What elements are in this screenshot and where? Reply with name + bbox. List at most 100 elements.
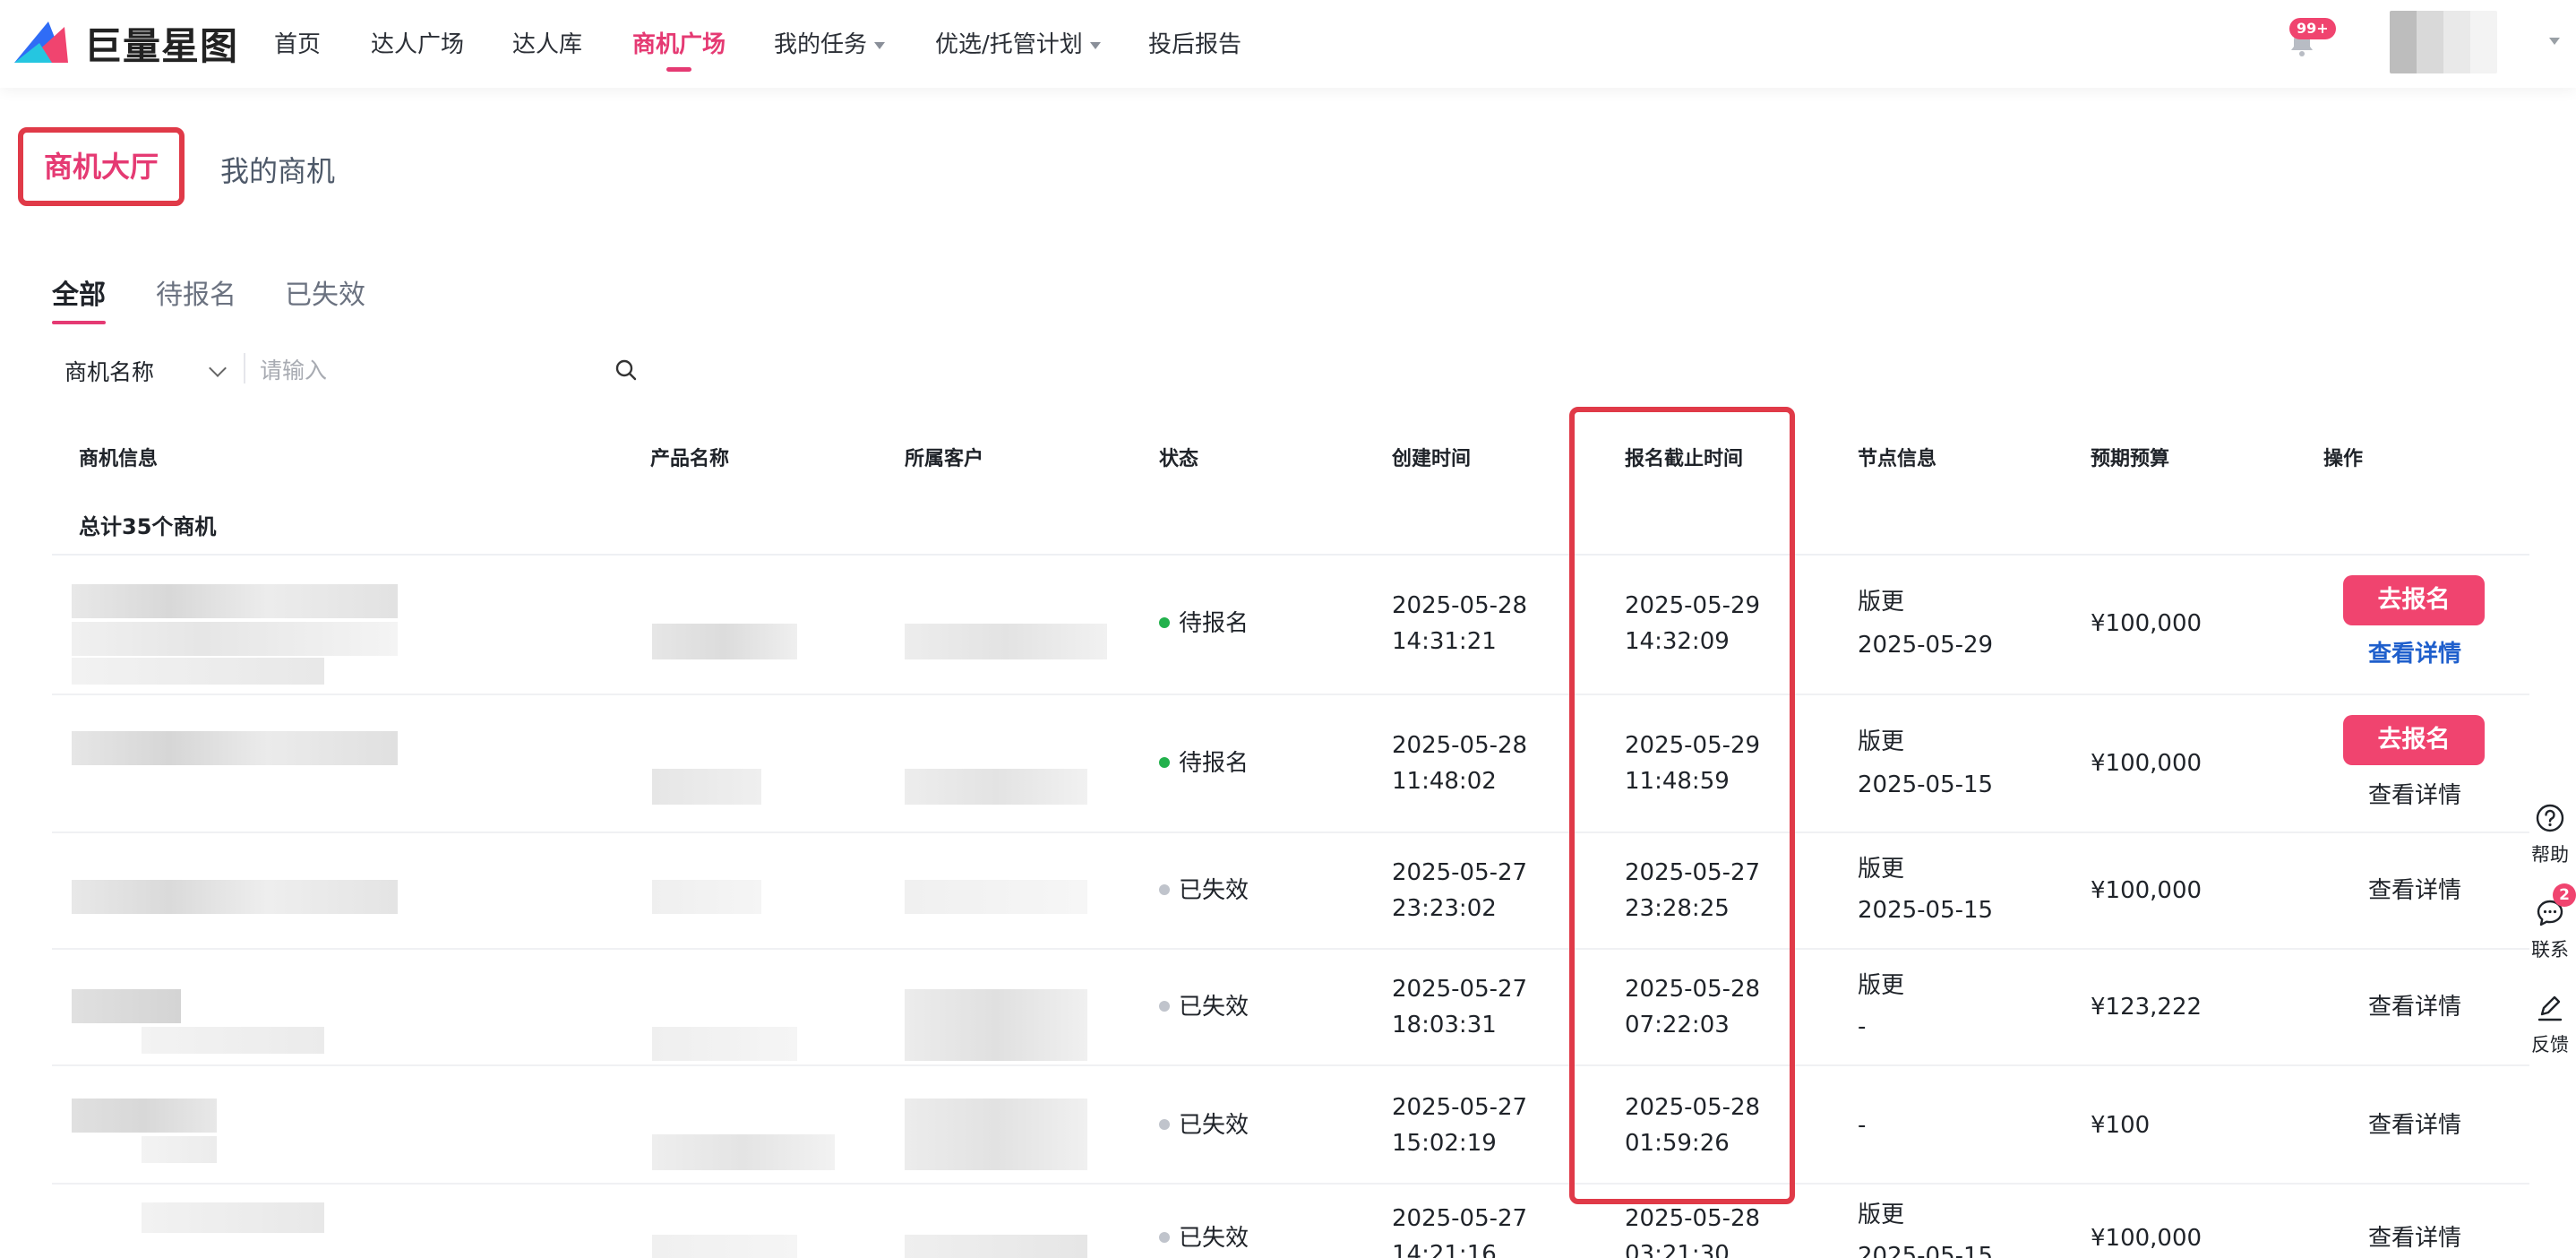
tab-expired[interactable]: 已失效 xyxy=(285,272,365,312)
status-text: 已失效 xyxy=(1179,1225,1249,1252)
view-details-link[interactable]: 查看详情 xyxy=(2368,778,2461,814)
budget: ¥100 xyxy=(2091,1112,2151,1139)
nav-item-label: 达人广场 xyxy=(371,31,465,58)
created-time: 14:31:21 xyxy=(1392,628,1497,655)
chevron-down-icon[interactable] xyxy=(209,359,227,377)
status-cell: 已失效 xyxy=(1159,1220,1249,1256)
redacted-product xyxy=(652,769,761,805)
question-icon xyxy=(2536,804,2564,832)
tab-opportunity-hall[interactable]: 商机大厅 xyxy=(18,127,185,206)
feedback-tool[interactable]: 反馈 xyxy=(2524,993,2576,1057)
col-header-product-name: 产品名称 xyxy=(650,448,730,470)
nav-item-creator-library[interactable]: 达人库 xyxy=(512,27,582,63)
table-row: 已失效 2025-05-27 23:23:02 2025-05-27 23:28… xyxy=(52,833,2529,950)
tab-pending-signup[interactable]: 待报名 xyxy=(156,272,236,312)
search-input[interactable] xyxy=(260,351,600,389)
col-header-opportunity-info: 商机信息 xyxy=(79,448,159,470)
view-details-link[interactable]: 查看详情 xyxy=(2368,873,2461,909)
search-icon[interactable] xyxy=(614,358,638,382)
help-label: 帮助 xyxy=(2531,844,2569,866)
view-details-link[interactable]: 查看详情 xyxy=(2368,1107,2461,1143)
tab-all[interactable]: 全部 xyxy=(52,272,106,324)
status-dot xyxy=(1159,1118,1170,1130)
budget: ¥100,000 xyxy=(2091,750,2202,777)
nav-item-plans[interactable]: 优选/托管计划 xyxy=(935,27,1101,63)
budget: ¥123,222 xyxy=(2091,994,2202,1021)
view-details-link[interactable]: 查看详情 xyxy=(2368,989,2461,1025)
redacted-info xyxy=(142,1202,324,1233)
nav-item-creator-square[interactable]: 达人广场 xyxy=(371,27,464,63)
status-text: 待报名 xyxy=(1179,750,1249,777)
redacted-product xyxy=(652,880,761,914)
brand-logo[interactable]: 巨量星图 xyxy=(13,16,238,70)
redacted-info xyxy=(72,658,324,685)
node-date: 2025-05-15 xyxy=(1858,1243,1994,1258)
deadline-time: 23:28:25 xyxy=(1625,895,1730,922)
redacted-info xyxy=(142,1027,324,1054)
created-date: 2025-05-27 xyxy=(1392,1094,1528,1121)
budget: ¥100,000 xyxy=(2091,877,2202,904)
caret-down-icon xyxy=(1089,41,1101,49)
node-title: 版更 xyxy=(1858,728,1905,755)
created-time: 18:03:31 xyxy=(1392,1012,1497,1038)
apply-button[interactable]: 去报名 xyxy=(2343,575,2485,625)
deadline-time: 11:48:59 xyxy=(1625,768,1730,795)
edit-icon xyxy=(2537,995,2563,1021)
nav-item-opportunity-square[interactable]: 商机广场 xyxy=(632,27,726,72)
nav-item-post-report[interactable]: 投后报告 xyxy=(1148,27,1241,63)
search-divider xyxy=(244,353,245,383)
redacted-info xyxy=(72,731,398,765)
status-dot xyxy=(1159,1231,1170,1243)
deadline-time: 01:59:26 xyxy=(1625,1130,1730,1157)
redacted-client xyxy=(905,1099,1087,1170)
status-cell: 已失效 xyxy=(1159,873,1249,909)
status-dot xyxy=(1159,756,1170,768)
status-cell: 已失效 xyxy=(1159,989,1249,1025)
redacted-client xyxy=(905,989,1087,1061)
redacted-product xyxy=(652,1134,835,1170)
view-details-link[interactable]: 查看详情 xyxy=(2368,1220,2461,1256)
top-navigation: 巨量星图 首页 达人广场 达人库 商机广场 我的任务 优选/托管计划 投后报告 … xyxy=(0,0,2576,88)
redacted-client xyxy=(905,769,1087,805)
nav-item-label: 我的任务 xyxy=(774,31,868,58)
feedback-label: 反馈 xyxy=(2531,1034,2569,1056)
contact-tool[interactable]: 联系 xyxy=(2524,898,2576,962)
deadline-date: 2025-05-27 xyxy=(1625,859,1761,886)
status-dot xyxy=(1159,616,1170,628)
redacted-client xyxy=(905,880,1087,914)
avatar[interactable] xyxy=(2390,11,2497,73)
nav-item-my-tasks[interactable]: 我的任务 xyxy=(774,27,886,63)
search-field-select[interactable]: 商机名称 xyxy=(64,355,154,387)
status-dot xyxy=(1159,883,1170,895)
nav-item-home[interactable]: 首页 xyxy=(274,27,321,63)
contact-label: 联系 xyxy=(2531,939,2569,961)
created-date: 2025-05-27 xyxy=(1392,1205,1528,1232)
col-header-signup-deadline: 报名截止时间 xyxy=(1625,448,1744,470)
col-header-client: 所属客户 xyxy=(905,448,984,470)
status-text: 已失效 xyxy=(1179,1112,1249,1139)
apply-button[interactable]: 去报名 xyxy=(2343,715,2485,765)
table-row: 已失效 2025-05-27 18:03:31 2025-05-28 07:22… xyxy=(52,950,2529,1066)
deadline-time: 03:21:30 xyxy=(1625,1241,1730,1258)
created-date: 2025-05-27 xyxy=(1392,859,1528,886)
redacted-product xyxy=(652,1027,797,1061)
node-date: - xyxy=(1858,1013,1867,1040)
view-details-link[interactable]: 查看详情 xyxy=(2368,636,2461,672)
created-date: 2025-05-28 xyxy=(1392,592,1528,619)
contact-badge: 2 xyxy=(2553,883,2576,907)
col-header-actions: 操作 xyxy=(2323,448,2364,470)
node-date: 2025-05-15 xyxy=(1858,771,1994,798)
tab-my-opportunities[interactable]: 我的商机 xyxy=(220,149,335,190)
status-cell: 已失效 xyxy=(1159,1107,1249,1143)
nav-item-label: 达人库 xyxy=(512,31,583,58)
redacted-info xyxy=(142,1136,217,1163)
logo-icon xyxy=(14,22,68,63)
caret-down-icon[interactable] xyxy=(2549,38,2560,45)
help-tool[interactable]: 帮助 xyxy=(2524,803,2576,867)
col-header-budget: 预期预算 xyxy=(2091,448,2170,470)
node-date: 2025-05-29 xyxy=(1858,632,1994,659)
deadline-time: 14:32:09 xyxy=(1625,628,1730,655)
node-title: 版更 xyxy=(1858,972,1905,999)
created-time: 11:48:02 xyxy=(1392,768,1497,795)
notification-badge: 99+ xyxy=(2289,18,2336,39)
